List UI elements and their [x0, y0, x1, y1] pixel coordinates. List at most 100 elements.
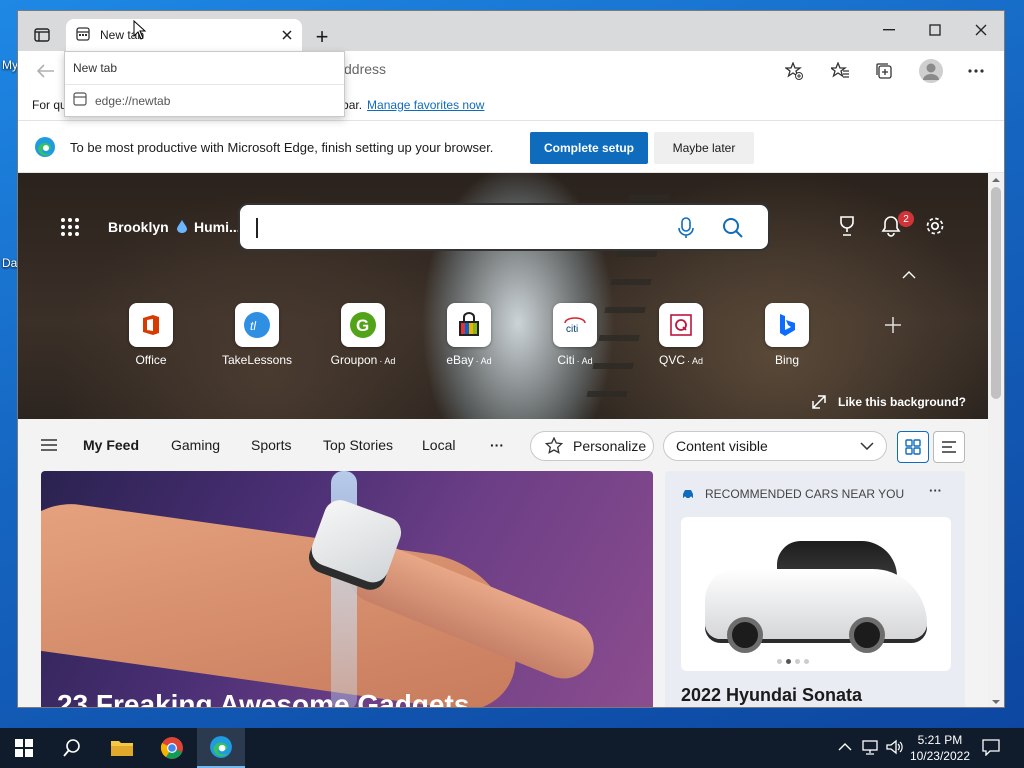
quick-link-label: QVC	[658, 353, 685, 367]
minimize-button[interactable]	[866, 15, 912, 45]
quick-link-citi[interactable]: citi Citi · Ad	[530, 303, 620, 367]
maybe-later-button[interactable]: Maybe later	[654, 132, 754, 164]
quick-links: Office tl TakeLessons G Groupon · Ad eBa…	[106, 303, 906, 373]
microphone-icon[interactable]	[678, 217, 694, 242]
collections-icon[interactable]	[872, 59, 896, 83]
weather-summary[interactable]: Humi...	[194, 219, 241, 235]
tab-new-tab[interactable]: New tab	[66, 19, 302, 51]
groupon-icon: G	[341, 303, 385, 347]
quick-link-bing[interactable]: Bing	[742, 303, 832, 367]
newtab-page-icon	[73, 92, 87, 109]
featured-article-card[interactable]: 23 Freaking Awesome Gadgets	[41, 471, 653, 707]
tab-my-feed[interactable]: My Feed	[83, 437, 139, 453]
car-wheel-shape	[727, 617, 763, 653]
tab-gaming[interactable]: Gaming	[171, 437, 220, 453]
card-more-button[interactable]: ···	[929, 483, 942, 498]
content-visibility-select[interactable]: Content visible	[663, 431, 887, 461]
manage-favorites-link[interactable]: Manage favorites now	[367, 98, 484, 112]
ad-label: · Ad	[576, 356, 593, 366]
maximize-button[interactable]	[912, 15, 958, 45]
personalize-button[interactable]: Personalize	[530, 431, 654, 461]
list-view-button[interactable]	[933, 431, 965, 463]
card-header-title: RECOMMENDED CARS NEAR YOU	[705, 487, 905, 501]
page-settings-gear-icon[interactable]	[924, 215, 946, 240]
system-clock[interactable]: 5:21 PM 10/23/2022	[910, 732, 970, 764]
taskbar-edge[interactable]	[197, 728, 245, 768]
favorites-icon[interactable]	[828, 59, 852, 83]
bing-icon	[765, 303, 809, 347]
settings-more-icon[interactable]	[964, 59, 988, 83]
quick-link-label: eBay	[446, 353, 474, 367]
quick-link-ebay[interactable]: eBay · Ad	[424, 303, 514, 367]
profile-avatar[interactable]	[918, 58, 944, 84]
carousel-dots[interactable]	[777, 659, 813, 664]
collapse-chevron-up-icon[interactable]	[902, 267, 916, 282]
quick-link-office[interactable]: Office	[106, 303, 196, 367]
expand-arrow-icon	[812, 395, 826, 409]
newtab-page-icon	[76, 26, 90, 44]
taskbar-chrome[interactable]	[148, 728, 196, 768]
volume-icon[interactable]	[886, 739, 904, 758]
taskbar-search-button[interactable]	[48, 728, 96, 768]
chevron-down-icon	[860, 442, 874, 450]
tab-local[interactable]: Local	[422, 437, 455, 453]
taskbar-file-explorer[interactable]	[98, 728, 146, 768]
rewards-trophy-icon[interactable]	[836, 215, 858, 240]
svg-text:citi: citi	[566, 324, 578, 333]
action-center-icon[interactable]	[982, 738, 1000, 759]
desktop-icon-label[interactable]: Da	[2, 256, 17, 270]
add-favorite-icon[interactable]	[782, 59, 806, 83]
show-hidden-icons-chevron-icon[interactable]	[838, 740, 852, 755]
svg-text:tl: tl	[250, 319, 256, 333]
car-image	[681, 517, 951, 671]
more-tabs-button[interactable]: ···	[490, 437, 504, 453]
grid-view-button[interactable]	[897, 431, 929, 463]
tab-actions-icon[interactable]	[28, 21, 56, 49]
scroll-up-arrow-icon	[992, 178, 1000, 182]
edge-icon	[210, 736, 232, 758]
favbar-text: For qu	[32, 97, 67, 112]
add-quick-link-button[interactable]	[848, 315, 938, 338]
ad-label: · Ad	[475, 356, 492, 366]
recommended-cars-card[interactable]: RECOMMENDED CARS NEAR YOU ··· 2022 Hyund…	[665, 471, 965, 707]
hover-card-url: edge://newtab	[95, 93, 171, 108]
qvc-icon	[659, 303, 703, 347]
hover-card-title: New tab	[73, 61, 118, 75]
clock-time: 5:21 PM	[917, 733, 963, 747]
desktop-icon-label[interactable]: My	[2, 58, 18, 72]
setup-message: To be most productive with Microsoft Edg…	[70, 140, 494, 155]
plus-icon	[885, 317, 901, 333]
web-search-box[interactable]	[238, 203, 770, 251]
article-title[interactable]: 23 Freaking Awesome Gadgets	[57, 689, 469, 707]
menu-hamburger-icon[interactable]	[40, 438, 58, 455]
tab-sports[interactable]: Sports	[251, 437, 291, 453]
humidity-icon	[176, 219, 188, 236]
complete-setup-button[interactable]: Complete setup	[530, 132, 648, 164]
car-title[interactable]: 2022 Hyundai Sonata	[681, 685, 862, 706]
quick-link-label: Office	[135, 353, 167, 367]
quick-link-takelessons[interactable]: tl TakeLessons	[212, 303, 302, 367]
weather-location[interactable]: Brooklyn	[108, 219, 169, 235]
start-button[interactable]	[0, 728, 48, 768]
close-window-button[interactable]	[958, 15, 1004, 45]
quick-link-label: Groupon	[330, 353, 378, 367]
tab-hover-card: New tab edge://newtab	[64, 51, 345, 117]
page-scrollbar[interactable]	[988, 173, 1004, 707]
back-arrow-icon[interactable]	[34, 59, 58, 83]
takelessons-icon: tl	[235, 303, 279, 347]
scrollbar-thumb[interactable]	[991, 187, 1001, 399]
ebay-icon	[447, 303, 491, 347]
app-launcher-icon[interactable]	[58, 215, 82, 239]
close-tab-icon[interactable]	[282, 30, 292, 40]
network-icon[interactable]	[862, 739, 880, 758]
citi-icon: citi	[553, 303, 597, 347]
personalize-label: Personalize	[573, 438, 647, 454]
search-icon[interactable]	[722, 217, 744, 242]
newtab-page: Brooklyn Humi... 2 Office tl TakeLessons…	[18, 173, 988, 707]
tab-top-stories[interactable]: Top Stories	[323, 437, 393, 453]
quick-link-qvc[interactable]: QVC · Ad	[636, 303, 726, 367]
like-background-link[interactable]: Like this background?	[812, 395, 966, 409]
quick-link-label: Citi	[557, 353, 575, 367]
quick-link-groupon[interactable]: G Groupon · Ad	[318, 303, 408, 367]
new-tab-button[interactable]: +	[310, 24, 334, 49]
